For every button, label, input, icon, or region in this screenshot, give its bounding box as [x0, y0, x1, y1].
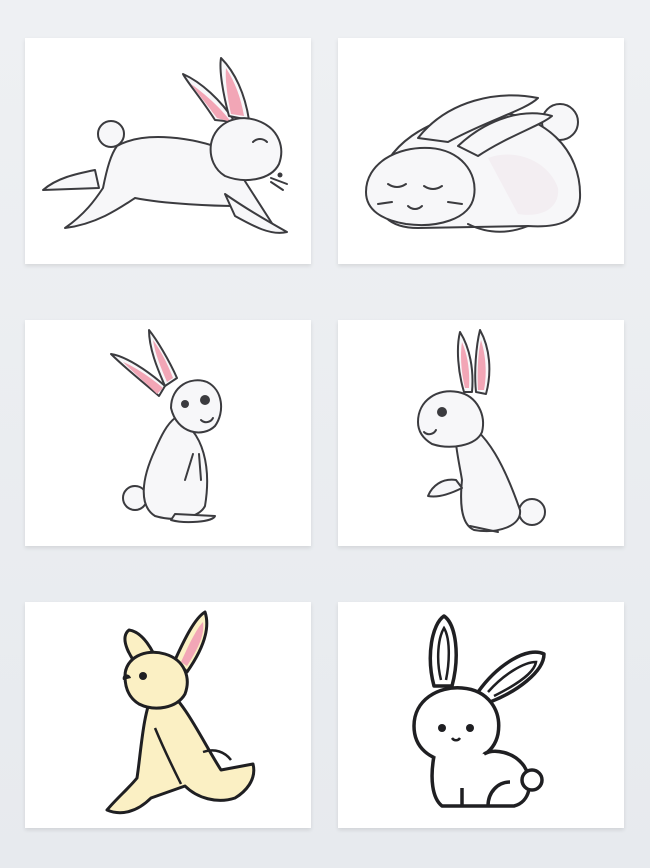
sleeping-rabbit-icon — [365, 94, 582, 233]
rabbit-card-leaping[interactable] — [25, 38, 311, 264]
leaping-rabbit-icon — [42, 57, 288, 234]
rabbit-card-outline[interactable] — [338, 602, 624, 828]
standing-rabbit-icon — [417, 329, 546, 533]
rabbit-card-sitting[interactable] — [25, 320, 311, 546]
outline-rabbit-icon — [412, 614, 546, 808]
rabbit-card-sleeping[interactable] — [338, 38, 624, 264]
rabbit-card-standing[interactable] — [338, 320, 624, 546]
yellow-rabbit-icon — [105, 610, 256, 815]
sitting-rabbit-icon — [110, 329, 223, 524]
rabbit-card-yellow[interactable] — [25, 602, 311, 828]
